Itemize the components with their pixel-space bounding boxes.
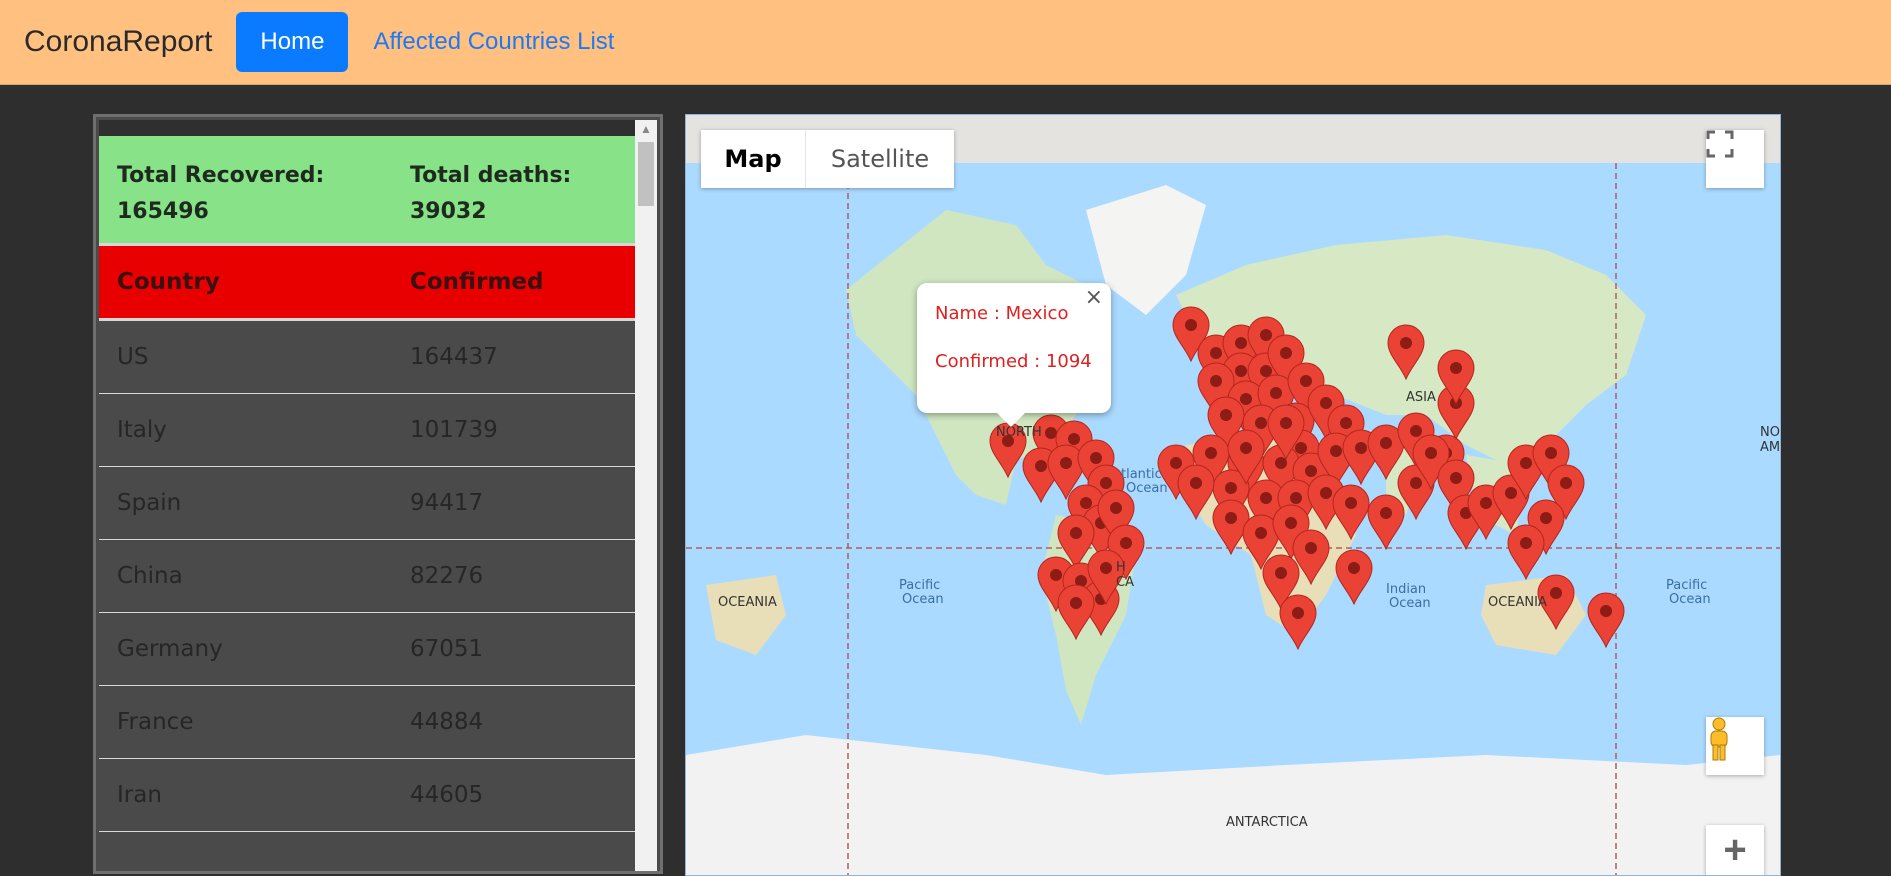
country-cell: China xyxy=(117,563,183,589)
map-label-atlantic: tlantic xyxy=(1121,467,1162,482)
confirmed-cell: 67051 xyxy=(410,636,484,662)
confirmed-cell: 82276 xyxy=(410,563,484,589)
table-row[interactable]: China 82276 xyxy=(99,540,635,613)
country-cell: US xyxy=(117,344,149,370)
map-canvas xyxy=(686,115,1780,875)
country-column-header: Country xyxy=(117,269,220,295)
table-scroll-area[interactable]: Total Recovered: 165496 Total deaths: 39… xyxy=(99,120,635,832)
map-label-south-america: H xyxy=(1116,560,1126,575)
street-view-button[interactable] xyxy=(1706,717,1764,775)
map-marker[interactable] xyxy=(1367,494,1405,551)
map-label-south-america-2: CA xyxy=(1116,575,1134,590)
info-window: Name : Mexico Confirmed : 1094 × xyxy=(917,283,1111,427)
info-window-tail xyxy=(997,413,1025,427)
brand-logo[interactable]: CoronaReport xyxy=(24,25,212,59)
map-label-atlantic-2: Ocean xyxy=(1126,481,1168,496)
map-label-pacific-left: Pacific xyxy=(899,578,941,593)
map-type-map-button[interactable]: Map xyxy=(701,130,806,188)
map-label-pacific-right-2: Ocean xyxy=(1669,592,1711,607)
table-row[interactable]: Germany 67051 xyxy=(99,613,635,686)
scroll-up-icon[interactable]: ▲ xyxy=(635,120,657,138)
panel-top-bar xyxy=(99,120,635,136)
table-row[interactable]: US 164437 xyxy=(99,321,635,394)
confirmed-cell: 164437 xyxy=(410,344,498,370)
vertical-scrollbar[interactable]: ▲ xyxy=(635,120,657,871)
map-label-pacific-right: Pacific xyxy=(1666,578,1708,593)
map-label-oceania-right: OCEANIA xyxy=(1488,595,1547,610)
map-marker[interactable] xyxy=(1335,549,1373,606)
home-button[interactable]: Home xyxy=(236,12,349,72)
country-cell: Italy xyxy=(117,417,167,443)
info-window-name: Name : Mexico xyxy=(935,303,1069,324)
map-marker[interactable] xyxy=(1507,524,1545,581)
country-cell: Spain xyxy=(117,490,182,516)
confirmed-cell: 94417 xyxy=(410,490,484,516)
total-recovered-label: Total Recovered: xyxy=(117,163,325,188)
scrollbar-thumb[interactable] xyxy=(638,142,654,206)
plus-icon: + xyxy=(1723,828,1747,872)
table-row[interactable]: Italy 101739 xyxy=(99,394,635,467)
map-marker[interactable] xyxy=(1587,592,1625,649)
total-recovered: Total Recovered: 165496 xyxy=(117,158,410,243)
map-type-control: Map Satellite xyxy=(701,130,954,188)
confirmed-cell: 44605 xyxy=(410,782,484,808)
fullscreen-button[interactable] xyxy=(1706,130,1764,188)
confirmed-cell: 101739 xyxy=(410,417,498,443)
table-row[interactable]: Spain 94417 xyxy=(99,467,635,540)
pegman-icon xyxy=(1710,717,1728,761)
zoom-in-button[interactable]: + xyxy=(1706,825,1764,875)
map-label-asia: ASIA xyxy=(1406,390,1436,405)
table-header: Country Confirmed xyxy=(99,246,635,321)
total-recovered-value: 165496 xyxy=(117,199,209,224)
navbar: CoronaReport Home Affected Countries Lis… xyxy=(0,0,1891,85)
total-deaths: Total deaths: 39032 xyxy=(410,158,571,243)
confirmed-cell: 44884 xyxy=(410,709,484,735)
total-deaths-label: Total deaths: xyxy=(410,163,572,188)
countries-table-panel: Total Recovered: 165496 Total deaths: 39… xyxy=(93,114,663,874)
map-label-pacific-left-2: Ocean xyxy=(902,592,944,607)
map-type-satellite-button[interactable]: Satellite xyxy=(806,130,954,188)
country-cell: France xyxy=(117,709,194,735)
map-label-antarctica: ANTARCTICA xyxy=(1226,815,1308,830)
table-row[interactable]: France 44884 xyxy=(99,686,635,759)
affected-countries-link[interactable]: Affected Countries List xyxy=(373,28,614,56)
map-marker[interactable] xyxy=(1279,594,1317,651)
table-row[interactable]: Iran 44605 xyxy=(99,759,635,832)
map-label-indian-2: Ocean xyxy=(1389,596,1431,611)
world-map[interactable]: OCEANIA OCEANIA ASIA ANTARCTICA NORTH NO… xyxy=(685,114,1781,876)
map-label-indian: Indian xyxy=(1386,582,1427,597)
total-deaths-value: 39032 xyxy=(410,199,487,224)
map-label-oceania-left: OCEANIA xyxy=(718,595,777,610)
fullscreen-icon xyxy=(1706,130,1734,158)
map-label-north-america-right: NO xyxy=(1760,425,1780,440)
close-icon[interactable]: × xyxy=(1085,285,1103,310)
summary-row: Total Recovered: 165496 Total deaths: 39… xyxy=(99,136,635,246)
confirmed-column-header: Confirmed xyxy=(410,269,544,295)
map-label-north-america: NORTH xyxy=(996,425,1042,440)
country-cell: Iran xyxy=(117,782,162,808)
map-label-north-america-right-2: AM xyxy=(1760,440,1781,455)
info-window-confirmed: Confirmed : 1094 xyxy=(935,351,1092,372)
country-cell: Germany xyxy=(117,636,223,662)
